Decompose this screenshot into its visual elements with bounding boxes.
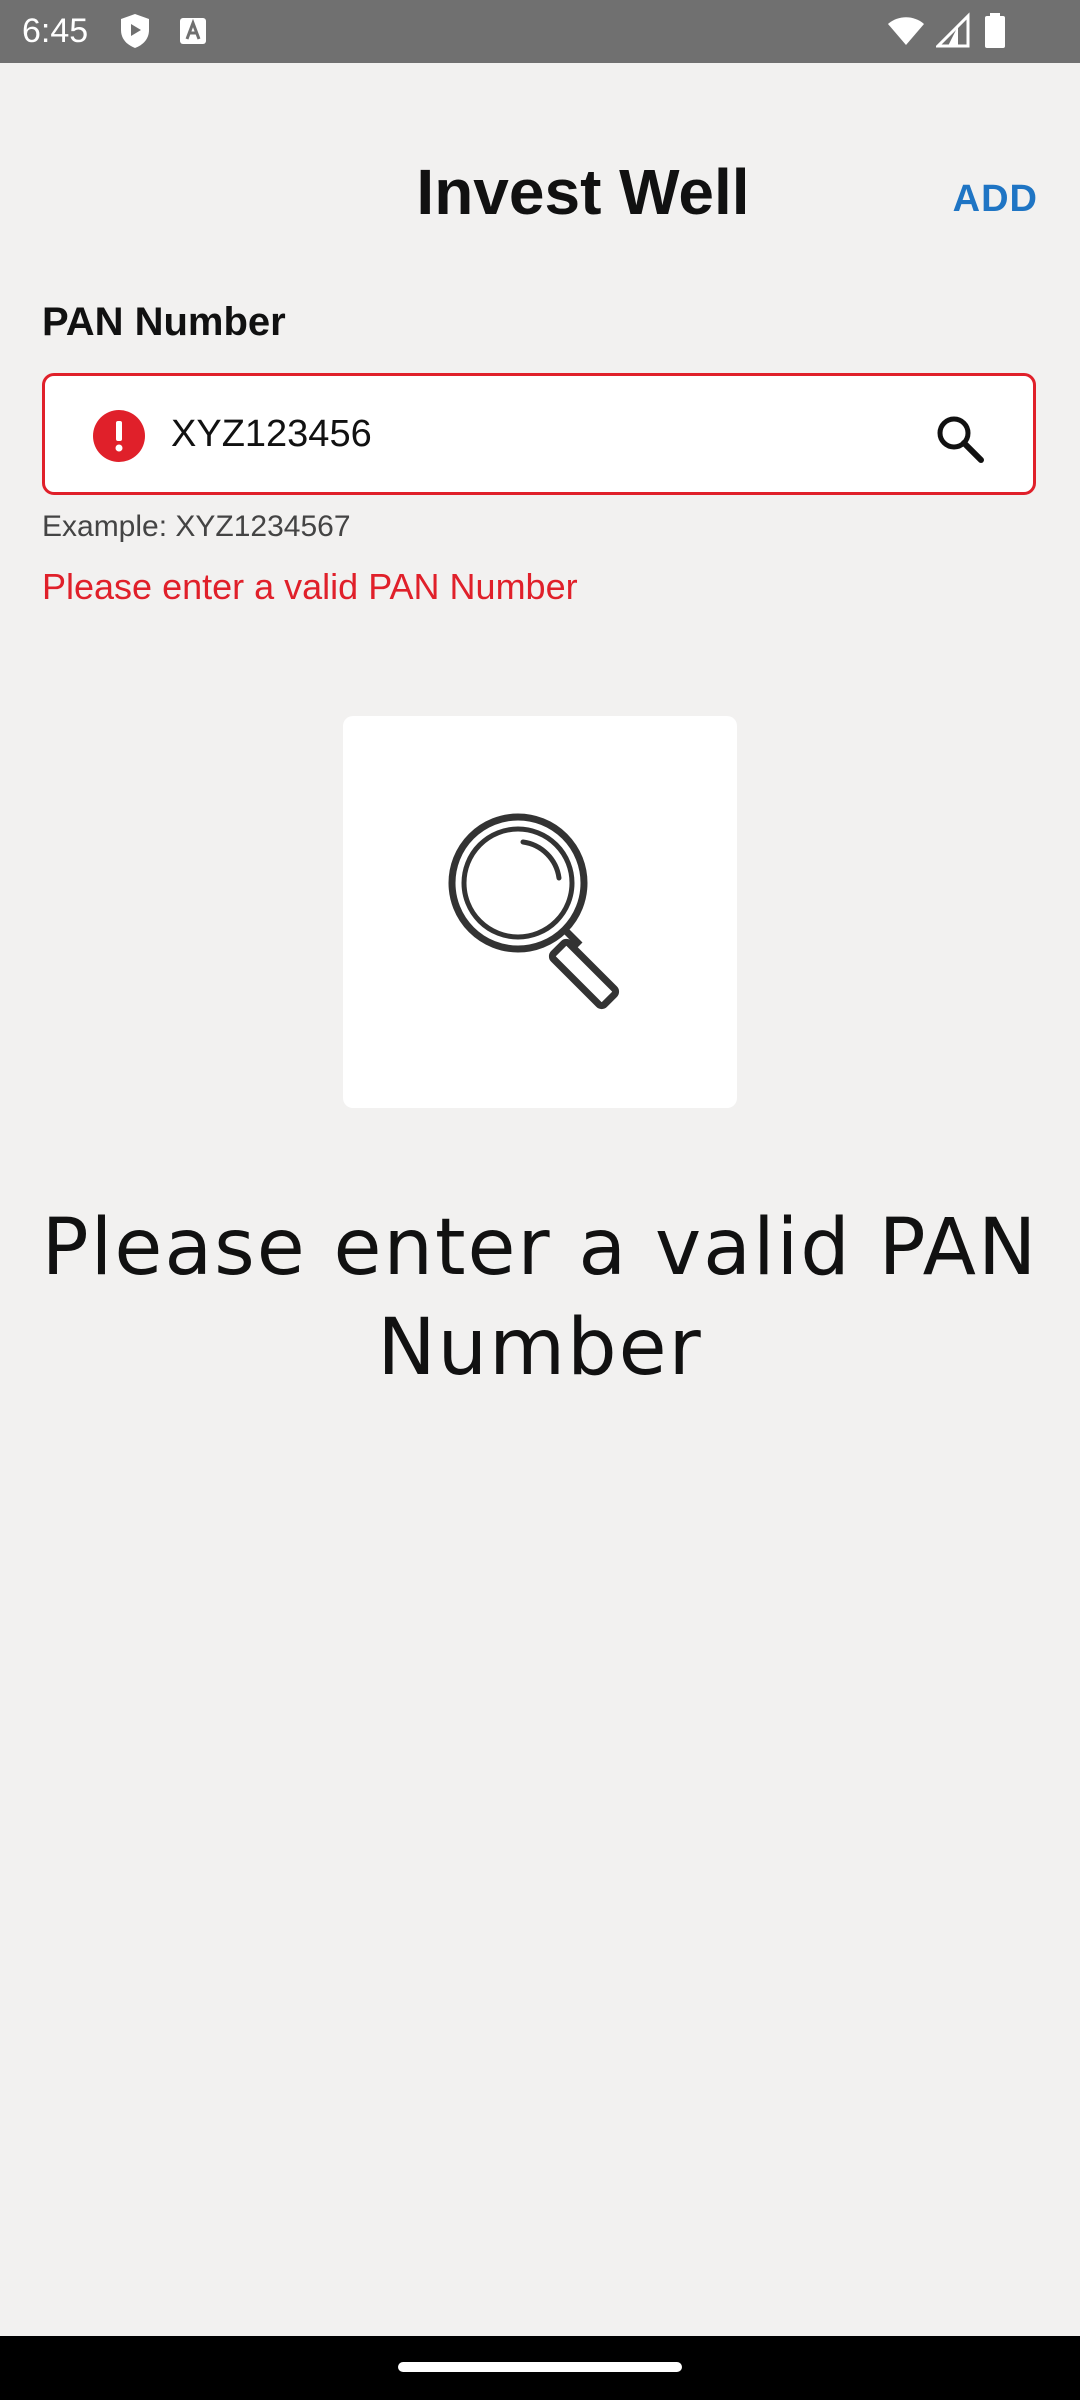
pan-number-label: PAN Number [42,300,286,344]
status-bar: 6:45 [0,0,1080,63]
page-title: Invest Well [416,156,750,228]
empty-state-message: Please enter a valid PAN Number [41,1203,1039,1393]
system-nav-bar [0,2336,1080,2400]
pan-number-field[interactable]: XYZ123456 [42,373,1036,495]
home-gesture-handle[interactable] [398,2362,682,2372]
add-button[interactable]: ADD [953,178,1038,221]
status-time: 6:45 [22,12,89,50]
wifi-icon [888,17,924,45]
pan-example-hint: Example: XYZ1234567 [42,510,351,543]
search-icon[interactable] [933,412,987,466]
pan-number-input[interactable]: XYZ123456 [171,406,372,462]
empty-state-illustration [343,716,737,1108]
battery-icon [985,13,1005,48]
cell-signal-icon [936,12,970,48]
magnifier-icon [448,813,620,1010]
font-a-icon [180,18,206,44]
pan-error-message: Please enter a valid PAN Number [42,566,578,607]
shield-play-icon [121,14,149,48]
error-icon [93,410,145,462]
